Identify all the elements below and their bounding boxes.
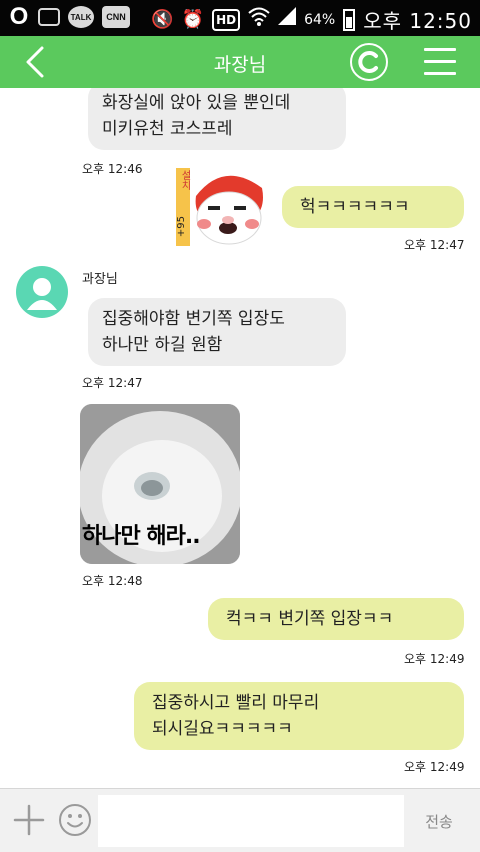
- message-bubble-received[interactable]: 집중해야함 변기쪽 입장도 하나만 하길 원함: [88, 298, 346, 366]
- message-bubble-sent[interactable]: 집중하시고 빨리 마무리 되시길요ㅋㅋㅋㅋㅋ: [134, 682, 464, 750]
- message-bubble-received[interactable]: 화장실에 앉아 있을 뿐인데 미키유천 코스프레: [88, 88, 346, 150]
- image-icon: [38, 8, 60, 26]
- status-notification-icons: O TALK CNN: [8, 3, 130, 30]
- message-input-bar: 전송: [0, 788, 480, 852]
- message-time: 오후 12:47: [404, 238, 465, 252]
- battery-icon: [343, 8, 356, 31]
- message-input[interactable]: [98, 795, 404, 847]
- message-bubble-sent[interactable]: 헉ㅋㅋㅋㅋㅋㅋ: [282, 186, 464, 228]
- message-time: 오후 12:48: [82, 574, 143, 588]
- emoticon-icon[interactable]: [58, 803, 92, 837]
- talk-icon: TALK: [68, 6, 94, 28]
- sticker-label: 설치: [179, 170, 190, 190]
- plus-icon[interactable]: [12, 803, 46, 837]
- signal-icon: [278, 7, 297, 32]
- c-logo-icon[interactable]: [350, 43, 388, 81]
- send-button[interactable]: 전송: [404, 795, 474, 847]
- status-bar: O TALK CNN 🔇 ⏰ HD 64% 오후 12:50: [0, 0, 480, 36]
- chat-header: 과장님: [0, 36, 480, 88]
- sticker-badge: +95: [176, 216, 187, 238]
- chat-title: 과장님: [213, 54, 267, 76]
- message-time: 오후 12:47: [82, 376, 143, 390]
- message-time: 오후 12:46: [82, 162, 143, 176]
- photo-caption: 하나만 해라..: [82, 524, 201, 549]
- status-system-icons: 🔇 ⏰ HD 64% 오후 12:50: [151, 5, 472, 34]
- avatar[interactable]: [16, 266, 68, 318]
- alarm-icon: ⏰: [181, 8, 205, 30]
- photo-message[interactable]: 하나만 해라..: [80, 404, 240, 564]
- sender-name: 과장님: [82, 272, 118, 287]
- message-bubble-sent[interactable]: 컥ㅋㅋ 변기쪽 입장ㅋㅋ: [208, 598, 464, 640]
- emoticon-sticker[interactable]: 설치 +95: [174, 166, 270, 248]
- hd-icon: HD: [212, 8, 241, 31]
- o-app-icon: O: [9, 3, 29, 30]
- mute-icon: 🔇: [151, 8, 174, 30]
- status-time: 오후 12:50: [363, 9, 472, 33]
- cnn-icon: CNN: [102, 6, 130, 28]
- message-time: 오후 12:49: [404, 652, 465, 666]
- menu-icon[interactable]: [424, 48, 456, 76]
- battery-percent: 64%: [304, 11, 336, 28]
- message-time: 오후 12:49: [404, 760, 465, 774]
- chat-messages[interactable]: 화장실에 앉아 있을 뿐인데 미키유천 코스프레 오후 12:46 설치 +95…: [0, 88, 480, 788]
- wifi-icon: [248, 6, 270, 33]
